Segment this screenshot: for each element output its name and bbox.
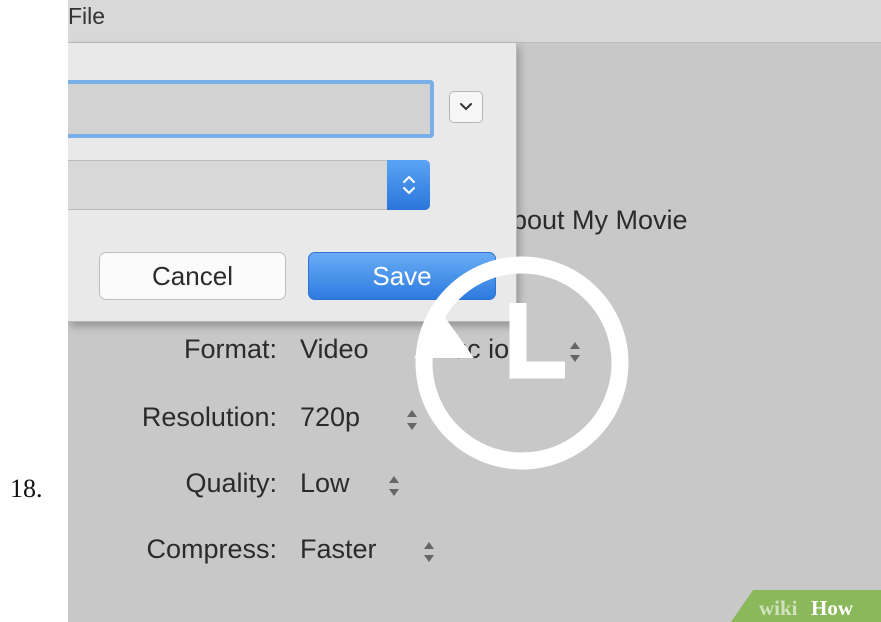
movie-title: bout My Movie (512, 205, 688, 235)
save-as-field[interactable] (68, 80, 434, 138)
where-popup[interactable] (68, 160, 430, 210)
menubar: File (68, 0, 881, 43)
compress-label: Compress: (146, 534, 277, 564)
wiki-text: wiki (759, 596, 798, 620)
format-value-text: Video (300, 334, 377, 364)
arrow-up-icon (414, 316, 474, 358)
chevron-down-icon (460, 103, 472, 111)
resolution-label: Resolution: (141, 402, 277, 432)
up-down-arrows-icon[interactable] (387, 473, 401, 499)
expand-dialog-button[interactable] (449, 91, 483, 123)
step-number: 18. (10, 474, 43, 503)
quality-value[interactable]: Low (300, 468, 350, 499)
resolution-value[interactable]: 720p (300, 402, 360, 433)
compress-value[interactable]: Faster (300, 534, 377, 565)
wikihow-logo: wiki How (731, 590, 881, 622)
menu-file[interactable]: File (68, 3, 105, 30)
up-down-arrows-icon[interactable] (422, 539, 436, 565)
format-label: Format: (183, 334, 277, 364)
up-down-chevron-icon (402, 176, 415, 194)
how-text: How (811, 596, 854, 620)
cancel-button[interactable]: Cancel (99, 252, 286, 300)
popup-stepper[interactable] (387, 160, 430, 210)
app-window: File bout My Movie Format: Video Auc io … (68, 0, 881, 622)
quality-label: Quality: (185, 468, 277, 498)
